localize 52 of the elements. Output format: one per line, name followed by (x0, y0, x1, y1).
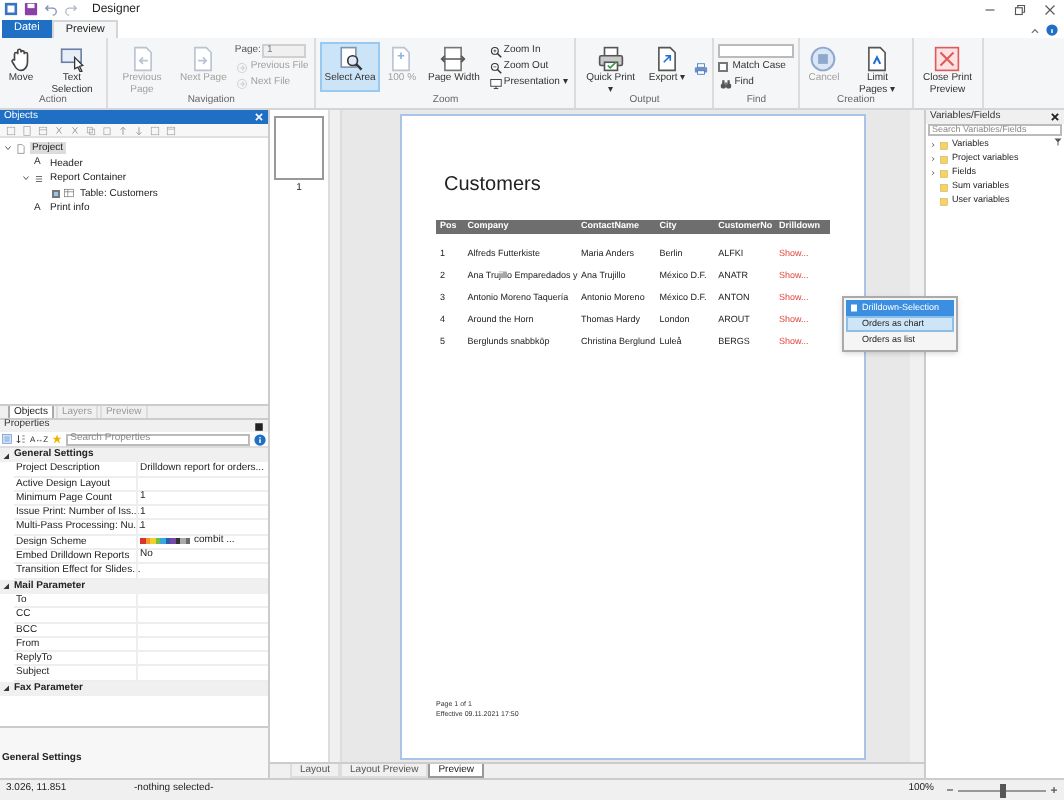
zoom-in-icon[interactable] (1050, 786, 1058, 794)
save-icon[interactable] (24, 2, 38, 16)
zoom-in-icon (489, 45, 502, 57)
document-title: Customers (442, 172, 543, 200)
collapse-arrow-icon[interactable] (2, 451, 10, 460)
minimize-icon[interactable] (984, 3, 996, 15)
star-icon[interactable] (52, 434, 63, 444)
text-cursor-icon (59, 46, 85, 72)
close-icon[interactable] (1044, 3, 1056, 15)
binoculars-icon (720, 77, 733, 89)
slider-thumb[interactable] (999, 783, 1005, 797)
filter-icon[interactable] (1054, 138, 1062, 146)
page-icon (388, 46, 415, 72)
sort-icon[interactable] (16, 434, 26, 444)
page-thumbnail[interactable] (274, 116, 324, 180)
collapse-arrow-icon[interactable] (2, 582, 10, 591)
arrow-circle-icon (236, 62, 249, 74)
cut-icon[interactable] (54, 125, 64, 135)
page-icon (129, 46, 155, 72)
printer-icon[interactable] (694, 62, 709, 76)
cut-icon[interactable] (70, 125, 80, 135)
tree-checkbox[interactable] (52, 189, 60, 198)
collapse-icon[interactable] (1030, 25, 1040, 35)
collapse-arrow-icon[interactable] (2, 684, 10, 693)
window-icon[interactable] (166, 125, 176, 135)
close-icon (934, 46, 961, 72)
list-icon (34, 173, 44, 184)
magnifier-icon (337, 46, 364, 72)
help-icon[interactable] (1046, 24, 1058, 36)
printer-icon (597, 46, 624, 72)
close-icon[interactable] (1050, 112, 1060, 122)
page-icon (864, 46, 891, 72)
info-icon[interactable] (254, 433, 266, 445)
restore-icon[interactable] (1014, 3, 1026, 15)
stop-icon (810, 46, 837, 72)
table-icon (64, 188, 74, 199)
undo-icon[interactable] (44, 2, 58, 16)
search-field[interactable] (718, 44, 795, 58)
arrow-circle-icon (236, 78, 249, 90)
page-icon (190, 46, 217, 72)
hand-icon (8, 46, 34, 72)
layout-icon[interactable] (38, 125, 48, 135)
zoom-out-icon (489, 61, 502, 73)
export-page-icon (654, 46, 681, 72)
redo-icon[interactable] (64, 2, 78, 16)
copy-icon[interactable] (86, 125, 96, 135)
page-icon (850, 304, 858, 312)
dock-icon[interactable] (254, 421, 264, 431)
zoom-out-icon[interactable] (946, 786, 954, 794)
page-width-icon (440, 46, 467, 72)
screen-icon (489, 77, 502, 89)
color-scheme-swatch (140, 538, 190, 545)
